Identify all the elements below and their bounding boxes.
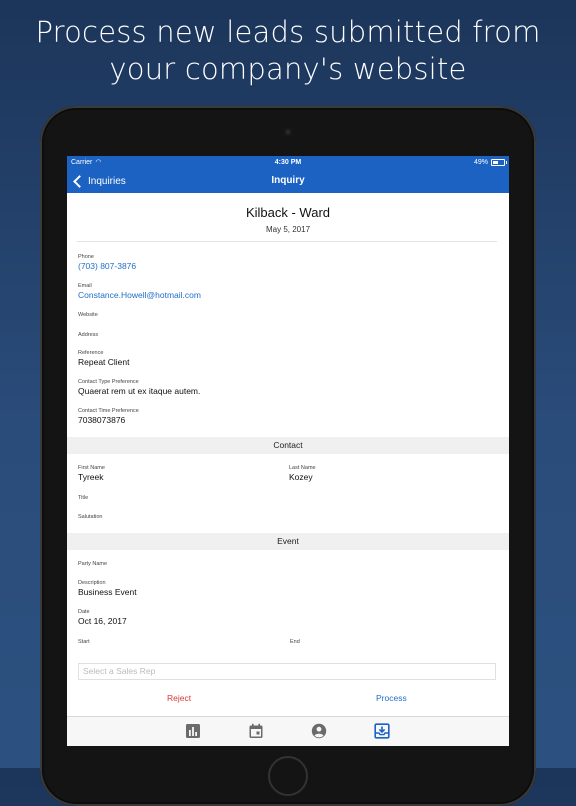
marketing-headline: Process new leads submitted from your co… xyxy=(0,14,576,88)
field-value: Kozey xyxy=(289,472,313,482)
start-field: Start xyxy=(78,639,90,646)
field-value: Quaerat rem ut ex itaque autem. xyxy=(78,386,201,396)
divider xyxy=(77,241,497,242)
tab-account[interactable] xyxy=(311,723,327,739)
field-value: Tyreek xyxy=(78,472,104,482)
headline-line-2: your company's website xyxy=(109,52,467,86)
nav-title: Inquiry xyxy=(271,175,305,186)
field-label: First Name xyxy=(78,465,105,471)
phone-field: Phone (703) 807-3876 xyxy=(78,254,136,272)
phone-link[interactable]: (703) 807-3876 xyxy=(78,261,136,272)
last-name-field: Last Name Kozey xyxy=(289,465,316,483)
tab-calendar[interactable] xyxy=(248,723,264,739)
email-field: Email Constance.Howell@hotmail.com xyxy=(78,283,201,301)
field-label: Reference xyxy=(78,350,104,356)
front-camera xyxy=(284,128,292,136)
process-button[interactable]: Process xyxy=(376,693,407,703)
inbox-download-icon xyxy=(374,723,390,739)
app-screen: Carrier ◠ 4:30 PM 49% Inquiries Inquiry K… xyxy=(67,156,509,746)
field-label: Email xyxy=(78,283,92,289)
website-field: Website xyxy=(78,312,98,319)
bar-chart-icon xyxy=(186,724,200,738)
field-label: Website xyxy=(78,312,98,318)
field-label: End xyxy=(290,639,300,645)
tab-reports[interactable] xyxy=(185,723,201,739)
field-value: Business Event xyxy=(78,587,137,597)
field-label: Phone xyxy=(78,254,94,260)
field-label: Date xyxy=(78,609,90,615)
reject-button[interactable]: Reject xyxy=(167,693,191,703)
field-label: Title xyxy=(78,495,89,501)
address-field: Address xyxy=(78,332,98,339)
inquiry-name: Kilback - Ward xyxy=(245,205,331,220)
battery-indicator: 49% xyxy=(473,156,507,169)
first-name-field: First Name Tyreek xyxy=(78,465,105,483)
party-name-field: Party Name xyxy=(78,561,107,568)
home-button xyxy=(268,756,308,796)
navigation-bar: Inquiries Inquiry xyxy=(67,169,509,193)
field-label: Contact Type Preference xyxy=(78,379,139,385)
salutation-field: Salutation xyxy=(78,514,102,521)
tab-inquiries[interactable] xyxy=(374,723,390,739)
field-label: Party Name xyxy=(78,561,108,567)
field-label: Salutation xyxy=(78,514,103,520)
contact-time-field: Contact Time Preference 7038073876 xyxy=(78,408,139,426)
battery-percent: 49% xyxy=(473,159,488,166)
description-field: Description Business Event xyxy=(78,580,137,598)
status-time: 4:30 PM xyxy=(274,159,302,166)
field-label: Contact Time Preference xyxy=(78,408,139,414)
field-label: Last Name xyxy=(289,465,316,471)
account-icon xyxy=(311,723,327,739)
contact-type-field: Contact Type Preference Quaerat rem ut e… xyxy=(78,379,200,397)
end-field: End xyxy=(290,639,300,646)
field-value: 7038073876 xyxy=(78,415,126,425)
date-field: Date Oct 16, 2017 xyxy=(78,609,127,627)
tab-bar xyxy=(67,716,509,746)
inquiry-date: May 5, 2017 xyxy=(265,225,311,234)
field-value: Oct 16, 2017 xyxy=(78,616,127,626)
sales-rep-select[interactable]: Select a Sales Rep xyxy=(78,663,496,680)
field-label: Address xyxy=(78,332,99,338)
email-link[interactable]: Constance.Howell@hotmail.com xyxy=(78,290,201,301)
battery-icon xyxy=(491,159,507,166)
headline-line-1: Process new leads submitted from xyxy=(35,15,541,49)
title-field: Title xyxy=(78,495,88,502)
section-header-event: Event xyxy=(67,533,509,550)
calendar-icon xyxy=(249,723,263,738)
field-label: Description xyxy=(78,580,106,586)
field-value: Repeat Client xyxy=(78,357,130,367)
status-bar: Carrier ◠ 4:30 PM 49% xyxy=(67,156,509,169)
reference-field: Reference Repeat Client xyxy=(78,350,130,368)
section-header-contact: Contact xyxy=(67,437,509,454)
field-label: Start xyxy=(78,639,90,645)
